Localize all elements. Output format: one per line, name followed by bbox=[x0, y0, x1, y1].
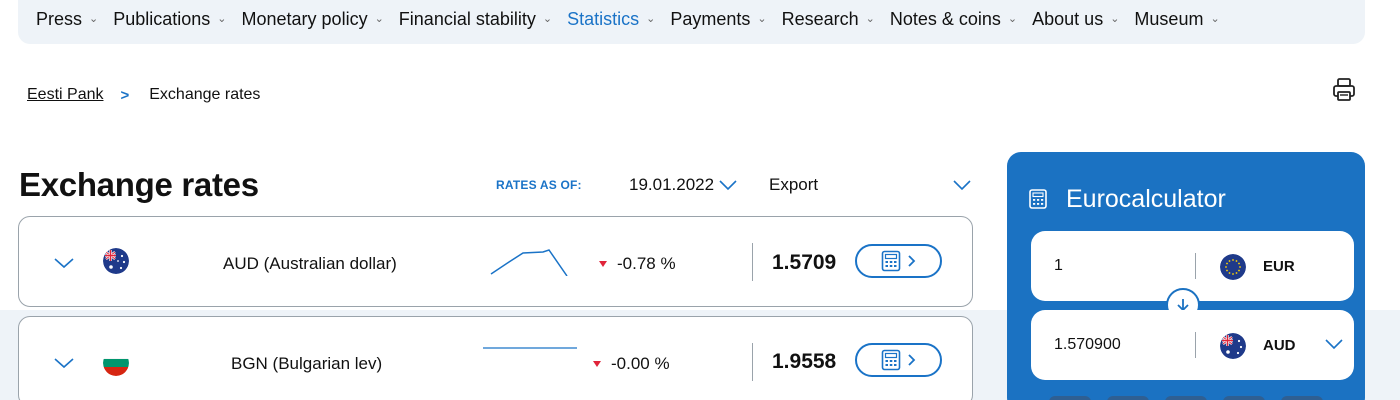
chevron-down-icon: ⌄ bbox=[1110, 12, 1120, 25]
chevron-down-icon: ⌄ bbox=[646, 12, 656, 25]
change-value: -0.78 % bbox=[599, 254, 676, 274]
keypad-key[interactable] bbox=[1223, 396, 1265, 400]
chevron-down-icon bbox=[719, 179, 737, 190]
currency-name: BGN (Bulgarian lev) bbox=[231, 354, 383, 373]
nav-item-press[interactable]: Press ⌄ bbox=[36, 9, 98, 30]
nav-item-museum[interactable]: Museum ⌄ bbox=[1134, 9, 1219, 30]
export-label: Export bbox=[769, 175, 819, 194]
divider bbox=[1195, 253, 1196, 279]
breadcrumb-current: Exchange rates bbox=[149, 86, 261, 103]
divider bbox=[752, 343, 753, 381]
nav-item-monetary-policy[interactable]: Monetary policy ⌄ bbox=[242, 9, 384, 30]
nav-item-financial-stability[interactable]: Financial stability ⌄ bbox=[399, 9, 552, 30]
rate-row-bgn: BGN (Bulgarian lev) -0.00 % 1.9558 bbox=[18, 316, 973, 400]
to-amount-output[interactable]: 1.570900 bbox=[1054, 336, 1121, 354]
chevron-down-icon: ⌄ bbox=[89, 12, 99, 25]
exchange-rate-value: 1.9558 bbox=[772, 350, 837, 373]
chevron-right-icon bbox=[908, 255, 916, 267]
calculator-button[interactable] bbox=[855, 343, 942, 377]
nav-item-about-us[interactable]: About us ⌄ bbox=[1032, 9, 1119, 30]
chevron-down-icon: ⌄ bbox=[865, 12, 875, 25]
nav-item-publications[interactable]: Publications ⌄ bbox=[113, 9, 226, 30]
nav-item-payments[interactable]: Payments ⌄ bbox=[670, 9, 766, 30]
chevron-down-icon: ⌄ bbox=[1210, 12, 1220, 25]
calculator-icon bbox=[881, 349, 901, 371]
keypad-key[interactable] bbox=[1281, 396, 1323, 400]
rates-as-of-label: RATES AS OF: bbox=[496, 178, 582, 192]
chevron-down-icon: ⌄ bbox=[757, 12, 767, 25]
calculator-icon bbox=[1029, 189, 1047, 209]
change-value: -0.00 % bbox=[593, 354, 670, 374]
australia-flag-icon bbox=[103, 248, 129, 274]
keypad-key[interactable] bbox=[1107, 396, 1149, 400]
divider bbox=[1195, 332, 1196, 358]
print-icon[interactable] bbox=[1331, 77, 1357, 103]
currency-name: AUD (Australian dollar) bbox=[223, 254, 397, 273]
calculator-keypad bbox=[1049, 396, 1323, 400]
chevron-down-icon: ⌄ bbox=[217, 12, 227, 25]
nav-item-notes-coins[interactable]: Notes & coins ⌄ bbox=[890, 9, 1017, 30]
date-value: 19.01.2022 bbox=[629, 175, 715, 194]
chevron-right-icon bbox=[908, 354, 916, 366]
chevron-down-icon: ⌄ bbox=[542, 12, 553, 25]
currency-dropdown-chevron-icon[interactable] bbox=[1325, 339, 1343, 350]
to-currency-code: AUD bbox=[1263, 337, 1296, 354]
bulgaria-flag-icon bbox=[103, 350, 129, 376]
export-dropdown[interactable]: Export bbox=[769, 175, 971, 195]
sparkline-chart bbox=[490, 249, 568, 276]
calculator-icon bbox=[881, 250, 901, 272]
nav-item-research[interactable]: Research ⌄ bbox=[782, 9, 875, 30]
keypad-key[interactable] bbox=[1165, 396, 1207, 400]
rate-row-aud: AUD (Australian dollar) -0.78 % 1.5709 bbox=[18, 216, 973, 307]
date-picker[interactable]: 19.01.2022 bbox=[629, 175, 737, 195]
divider bbox=[752, 243, 753, 281]
keypad-key[interactable] bbox=[1049, 396, 1091, 400]
exchange-rate-value: 1.5709 bbox=[772, 251, 837, 274]
down-triangle-icon bbox=[599, 261, 607, 267]
chevron-down-icon: ⌄ bbox=[374, 12, 384, 25]
breadcrumb-home-link[interactable]: Eesti Pank bbox=[27, 86, 103, 104]
chevron-down-icon: ⌄ bbox=[1007, 12, 1018, 25]
sparkline-chart bbox=[483, 347, 577, 349]
breadcrumb: Eesti Pank > Exchange rates bbox=[27, 86, 260, 104]
down-triangle-icon bbox=[593, 361, 601, 367]
eu-flag-icon bbox=[1220, 254, 1246, 280]
main-navigation: Press ⌄ Publications ⌄ Monetary policy ⌄ Fi… bbox=[18, 0, 1365, 44]
australia-flag-icon bbox=[1220, 333, 1246, 359]
page-title: Exchange rates bbox=[19, 166, 259, 203]
from-currency-code: EUR bbox=[1263, 258, 1295, 275]
breadcrumb-separator: > bbox=[120, 86, 130, 104]
from-amount-input[interactable]: 1 bbox=[1054, 257, 1063, 275]
chevron-down-icon bbox=[953, 179, 971, 190]
eurocalculator-panel: Eurocalculator 1 EUR 1.570900 AUD bbox=[1007, 152, 1365, 400]
expand-chevron-icon[interactable] bbox=[53, 354, 75, 372]
expand-chevron-icon[interactable] bbox=[53, 254, 75, 272]
calculator-title: Eurocalculator bbox=[1066, 185, 1226, 213]
calculator-button[interactable] bbox=[855, 244, 942, 278]
to-amount-field: 1.570900 AUD bbox=[1031, 310, 1354, 380]
nav-item-statistics[interactable]: Statistics ⌄ bbox=[567, 9, 655, 30]
